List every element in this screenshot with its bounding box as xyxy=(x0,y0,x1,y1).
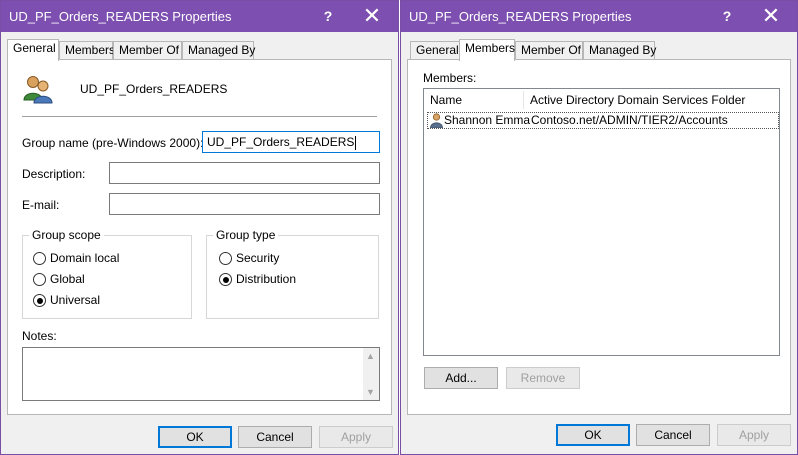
tab-member-of[interactable]: Member Of xyxy=(515,41,583,60)
properties-dialog-members: UD_PF_Orders_READERS Properties ? ✕ Gene… xyxy=(400,0,798,455)
tab-managed-by[interactable]: Managed By xyxy=(182,41,255,60)
tab-members[interactable]: Members xyxy=(459,39,515,61)
group-type-title: Group type xyxy=(213,228,279,242)
add-button[interactable]: Add... xyxy=(424,367,498,389)
members-list[interactable]: Name Active Directory Domain Services Fo… xyxy=(423,88,780,356)
radio-circle-selected xyxy=(33,294,46,307)
cancel-button[interactable]: Cancel xyxy=(238,426,312,448)
properties-dialog-general: UD_PF_Orders_READERS Properties ? ✕ Gene… xyxy=(0,0,399,455)
help-button[interactable]: ? xyxy=(715,4,739,28)
general-panel: UD_PF_Orders_READERS Group name (pre-Win… xyxy=(7,59,392,415)
table-row[interactable]: Shannon Emma Contoso.net/ADMIN/TIER2/Acc… xyxy=(427,112,779,129)
notes-label: Notes: xyxy=(22,329,57,343)
members-panel: Members: Name Active Directory Domain Se… xyxy=(407,59,791,415)
column-header-name[interactable]: Name xyxy=(424,89,522,111)
window-title: UD_PF_Orders_READERS Properties xyxy=(9,9,232,24)
tab-strip: General Members Member Of Managed By xyxy=(7,39,392,61)
scroll-up-icon[interactable]: ▲ xyxy=(366,351,375,361)
radio-label: Distribution xyxy=(236,272,297,286)
members-label: Members: xyxy=(423,71,477,85)
email-label: E-mail: xyxy=(22,198,60,212)
radio-circle-selected xyxy=(219,273,232,286)
group-name-value: UD_PF_Orders_READERS xyxy=(207,135,355,149)
scroll-down-icon[interactable]: ▼ xyxy=(366,387,375,397)
group-type-box: Group type Security Distribution xyxy=(206,228,379,319)
tab-managed-by[interactable]: Managed By xyxy=(583,41,656,60)
close-button[interactable]: ✕ xyxy=(360,4,384,28)
radio-circle xyxy=(33,252,46,265)
tab-general[interactable]: General xyxy=(7,39,59,61)
window-title: UD_PF_Orders_READERS Properties xyxy=(409,9,632,24)
tab-members[interactable]: Members xyxy=(59,41,115,60)
help-button[interactable]: ? xyxy=(316,4,340,28)
radio-label: Security xyxy=(236,251,280,265)
radio-circle xyxy=(33,273,46,286)
user-icon xyxy=(430,113,443,128)
tab-strip: General Members Member Of Managed By xyxy=(407,39,791,61)
tab-general[interactable]: General xyxy=(410,41,462,60)
tab-member-of[interactable]: Member Of xyxy=(113,41,182,60)
cancel-button[interactable]: Cancel xyxy=(636,424,710,446)
group-name-input[interactable]: UD_PF_Orders_READERS xyxy=(202,131,380,153)
title-bar[interactable]: UD_PF_Orders_READERS Properties ? ✕ xyxy=(401,1,797,32)
ok-button[interactable]: OK xyxy=(556,424,630,446)
notes-textarea[interactable]: ▲ ▼ xyxy=(22,347,380,401)
remove-button[interactable]: Remove xyxy=(506,367,580,389)
description-label: Description: xyxy=(22,167,86,181)
apply-button[interactable]: Apply xyxy=(319,426,393,448)
apply-button[interactable]: Apply xyxy=(717,424,791,446)
radio-circle xyxy=(219,252,232,265)
member-name: Shannon Emma xyxy=(444,113,531,127)
column-header-folder[interactable]: Active Directory Domain Services Folder xyxy=(524,89,774,111)
title-bar[interactable]: UD_PF_Orders_READERS Properties ? ✕ xyxy=(1,1,398,32)
close-button[interactable]: ✕ xyxy=(759,4,783,28)
group-scope-title: Group scope xyxy=(29,228,104,242)
radio-label: Global xyxy=(50,272,85,286)
group-display-name: UD_PF_Orders_READERS xyxy=(80,82,228,96)
group-scope-box: Group scope Domain local Global Universa… xyxy=(22,228,192,319)
email-input[interactable] xyxy=(109,193,380,215)
users-group-icon xyxy=(23,76,53,104)
radio-label: Domain local xyxy=(50,251,120,265)
divider xyxy=(22,116,377,117)
radio-label: Universal xyxy=(50,293,101,307)
member-folder: Contoso.net/ADMIN/TIER2/Accounts xyxy=(531,113,728,127)
text-caret xyxy=(355,135,357,150)
group-name-label: Group name (pre-Windows 2000): xyxy=(22,136,204,150)
ok-button[interactable]: OK xyxy=(158,426,232,448)
description-input[interactable] xyxy=(109,162,380,184)
notes-scrollbar[interactable]: ▲ ▼ xyxy=(363,348,379,400)
